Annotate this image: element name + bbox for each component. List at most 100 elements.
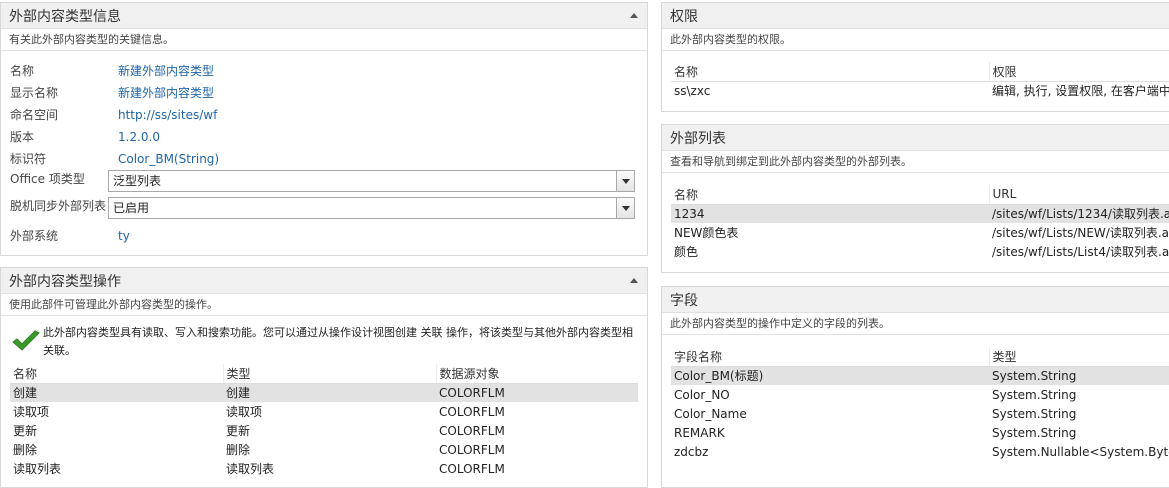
external-lists-panel: 外部列表 查看和导航到绑定到此外部内容类型的外部列表。 名称 URL 1234 … [661,124,1169,273]
cell-name[interactable]: NEW颜色表 [671,223,989,242]
cell-name[interactable]: 颜色 [671,242,989,261]
info-panel-description: 有关此外部内容类型的关键信息。 [1,29,647,51]
cell-type: System.String [992,406,1077,421]
column-header[interactable]: 类型 [988,347,1169,367]
info-panel: 外部内容类型信息 有关此外部内容类型的关键信息。 名称 新建外部内容类型 显示名… [0,2,648,256]
cell-url[interactable]: /sites/wf/Lists/1234/读取列表.aspx [989,204,1169,223]
office-type-label: Office 项类型 [10,172,85,186]
cell-type: 创建 [223,383,436,402]
operations-panel: 外部内容类型操作 使用此部件可管理此外部内容类型的操作。 此外部内容类型具有读取… [0,267,648,488]
table-header-row: 名称 权限 [671,62,1169,82]
cell-name[interactable]: 1234 [671,204,989,223]
table-row[interactable]: 读取项 读取项 COLORFLM [10,402,638,421]
operations-table-wrap: 名称 类型 数据源对象 创建 创建 COLORFLM 读取项 读取项 COLOR… [10,364,638,478]
operations-message: 此外部内容类型具有读取、写入和搜索功能。您可以通过从操作设计视图创建 关联 操作… [43,326,633,357]
column-header[interactable]: 名称 [671,62,989,82]
dropdown-arrow-icon[interactable] [616,171,634,191]
external-lists-panel-header: 外部列表 [662,125,1169,151]
field-value[interactable]: 新建外部内容类型 [118,83,214,103]
collapse-icon[interactable] [629,11,639,21]
dropdown-arrow-icon[interactable] [616,198,634,218]
cell-source: COLORFLM [439,461,505,476]
cell-source: COLORFLM [436,383,638,402]
permissions-panel-description: 此外部内容类型的权限。 [662,29,1169,51]
column-header[interactable]: 权限 [988,62,1169,82]
cell-type: System.Nullable<System.Byte> [992,444,1169,459]
cell-field-name[interactable]: zdcbz [671,442,989,461]
table-row[interactable]: Color_BM(标题) System.String [671,366,1169,385]
field-label: 显示名称 [10,86,59,100]
collapse-icon[interactable] [629,276,639,286]
table-row[interactable]: 颜色 /sites/wf/Lists/List4/读取列表.aspx [671,242,1169,261]
table-header-row: 名称 URL [671,185,1169,205]
table-row[interactable]: 更新 更新 COLORFLM [10,421,638,440]
permissions-panel-title: 权限 [670,8,698,25]
offline-sync-select[interactable]: 已启用 [108,197,635,219]
column-header[interactable]: 名称 [10,364,223,384]
field-label: 名称 [10,64,35,78]
column-header[interactable]: URL [988,185,1169,205]
external-lists-panel-description: 查看和导航到绑定到此外部内容类型的外部列表。 [662,151,1169,173]
fields-panel-description: 此外部内容类型的操作中定义的字段的列表。 [662,313,1169,335]
table-row[interactable]: 创建 创建 COLORFLM [10,383,638,402]
checkmark-icon [12,330,40,351]
operations-panel-title: 外部内容类型操作 [9,273,121,290]
cell-type: 删除 [226,443,251,457]
cell-url[interactable]: /sites/wf/Lists/List4/读取列表.aspx [989,242,1169,261]
field-value[interactable]: http://ss/sites/wf [118,105,217,125]
cell-field-name[interactable]: Color_NO [671,385,989,404]
cell-source: COLORFLM [439,423,505,438]
cell-type: 更新 [226,424,251,438]
column-header[interactable]: 类型 [222,364,436,384]
field-value[interactable]: 1.2.0.0 [118,127,160,147]
table-row[interactable]: Color_Name System.String [671,404,1169,423]
fields-table-wrap: 字段名称 类型 Color_BM(标题) System.String Color… [671,347,1169,461]
cell-name[interactable]: ss\zxc [671,81,989,100]
column-header[interactable]: 字段名称 [671,347,989,367]
external-lists-panel-title: 外部列表 [670,130,726,147]
column-header[interactable]: 名称 [671,185,989,205]
permissions-table-wrap: 名称 权限 ss\zxc 编辑, 执行, 设置权限, 在客户端中 [671,62,1169,100]
table-row[interactable]: NEW颜色表 /sites/wf/Lists/NEW/读取列表.aspx [671,223,1169,242]
cell-name[interactable]: 读取列表 [10,459,223,478]
external-lists-table-wrap: 名称 URL 1234 /sites/wf/Lists/1234/读取列表.as… [671,185,1169,261]
cell-field-name[interactable]: Color_BM(标题) [671,366,989,385]
field-label: 外部系统 [10,229,59,243]
cell-name[interactable]: 更新 [10,421,223,440]
field-value[interactable]: 新建外部内容类型 [118,61,214,81]
cell-source: COLORFLM [439,404,505,419]
operations-panel-header: 外部内容类型操作 [1,268,647,294]
table-row[interactable]: REMARK System.String [671,423,1169,442]
field-value[interactable]: ty [118,226,130,246]
table-row[interactable]: 删除 删除 COLORFLM [10,440,638,459]
cell-source: COLORFLM [439,442,505,457]
table-row[interactable]: 读取列表 读取列表 COLORFLM [10,459,638,478]
offline-sync-selected: 已启用 [113,201,150,215]
external-lists-table: 名称 URL 1234 /sites/wf/Lists/1234/读取列表.as… [671,185,1169,261]
fields-table: 字段名称 类型 Color_BM(标题) System.String Color… [671,347,1169,461]
cell-name[interactable]: 读取项 [10,402,223,421]
info-panel-header: 外部内容类型信息 [1,3,647,29]
table-row[interactable]: zdcbz System.Nullable<System.Byte> [671,442,1169,461]
fields-panel-header: 字段 [662,287,1169,313]
cell-type: System.String [989,366,1169,385]
offline-sync-label: 脱机同步外部列表 [10,199,107,213]
table-row[interactable]: Color_NO System.String [671,385,1169,404]
cell-field-name[interactable]: REMARK [671,423,989,442]
table-row[interactable]: ss\zxc 编辑, 执行, 设置权限, 在客户端中 [671,81,1169,100]
cell-type: 读取列表 [226,462,275,476]
office-type-selected: 泛型列表 [113,174,162,188]
table-row[interactable]: 1234 /sites/wf/Lists/1234/读取列表.aspx [671,204,1169,223]
field-value[interactable]: Color_BM(String) [118,149,219,169]
cell-field-name[interactable]: Color_Name [671,404,989,423]
permissions-panel: 权限 此外部内容类型的权限。 名称 权限 ss\zxc 编辑, 执行, 设置权限… [661,2,1169,112]
field-label: 命名空间 [10,108,59,122]
office-type-select[interactable]: 泛型列表 [108,170,635,192]
info-panel-title: 外部内容类型信息 [9,8,121,25]
cell-type: System.String [992,387,1077,402]
cell-type: 读取项 [226,405,263,419]
cell-name[interactable]: 创建 [10,383,223,402]
cell-url[interactable]: /sites/wf/Lists/NEW/读取列表.aspx [989,223,1169,242]
column-header[interactable]: 数据源对象 [435,364,638,384]
cell-name[interactable]: 删除 [10,440,223,459]
